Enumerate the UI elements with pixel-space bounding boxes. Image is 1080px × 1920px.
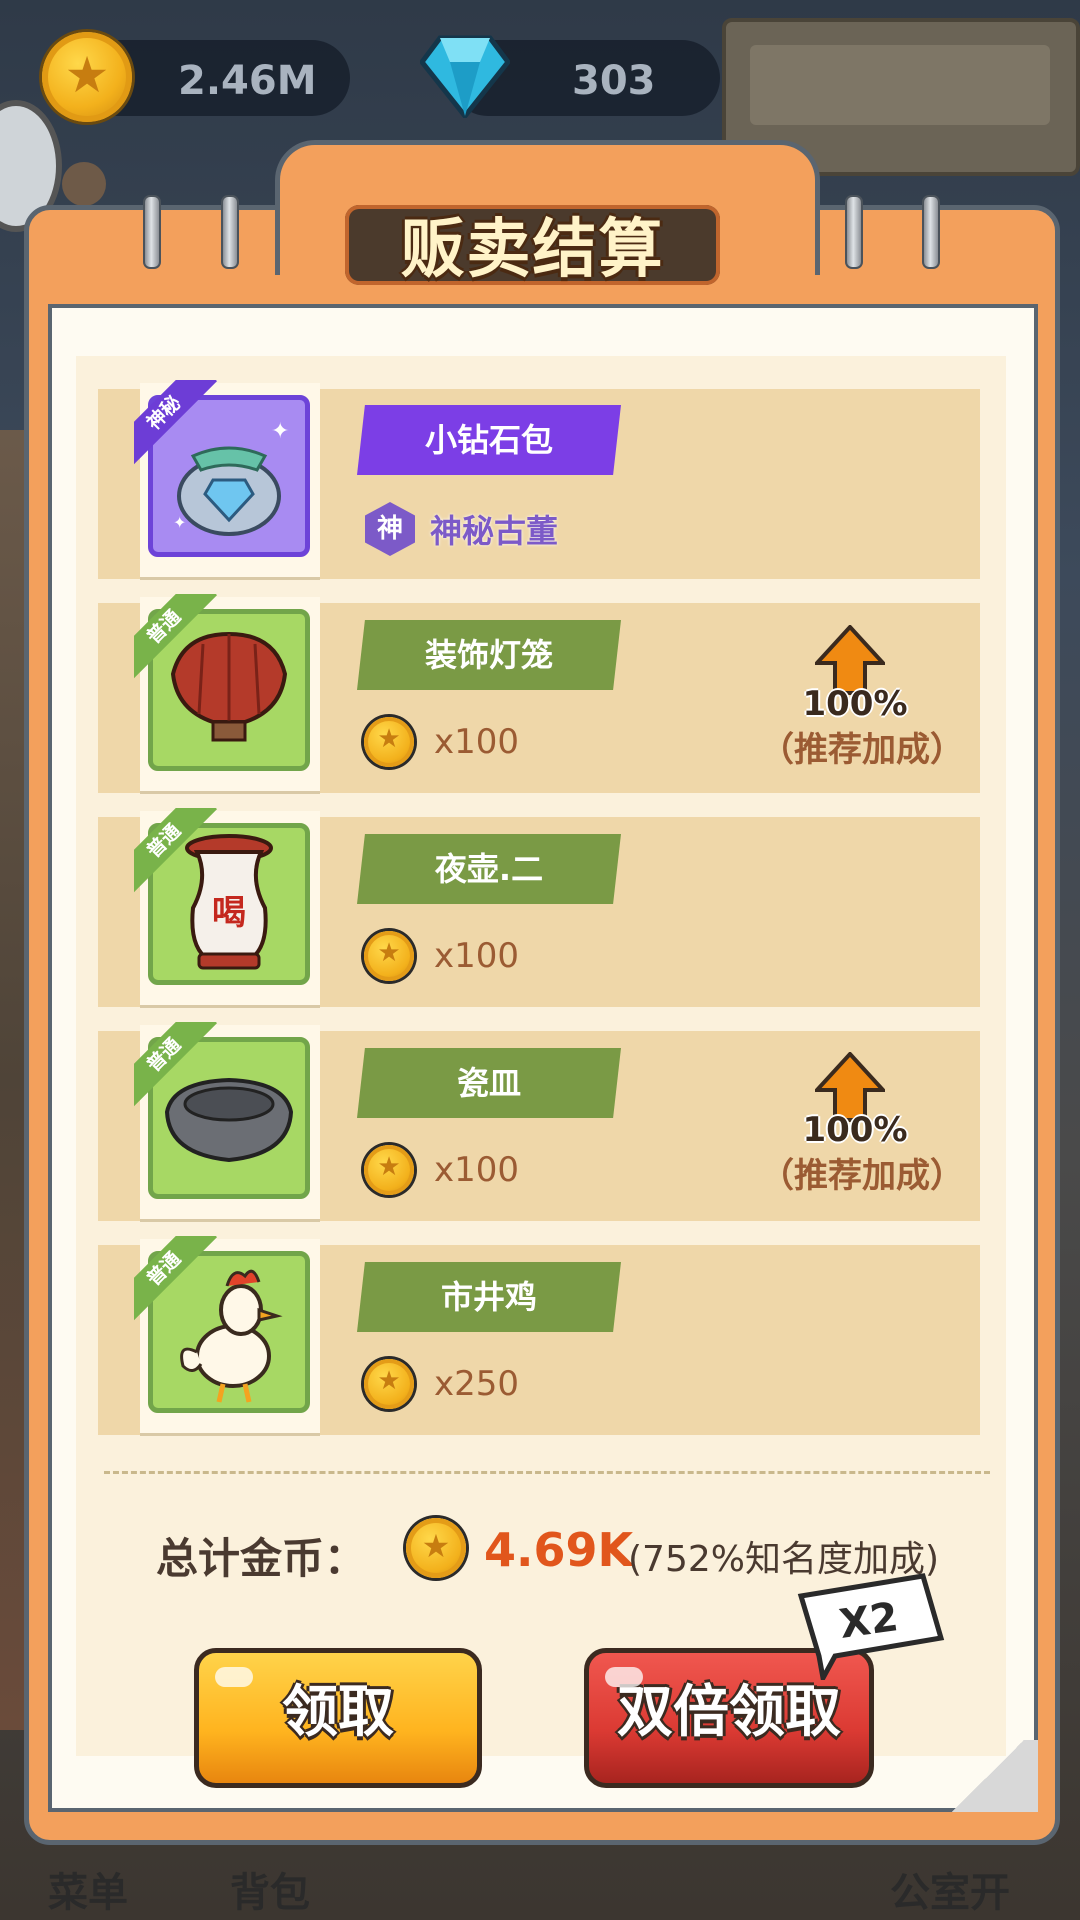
- coin-icon: [364, 1145, 414, 1195]
- binder-ring: [845, 195, 863, 269]
- total-value: 4.69K: [484, 1523, 634, 1577]
- vase-glyph: 喝: [212, 893, 246, 933]
- item-name: 瓷皿: [357, 1048, 621, 1118]
- rarity-ribbon: 普通: [134, 1236, 220, 1322]
- total-label: 总计金币：: [156, 1534, 367, 1583]
- svg-text:✦: ✦: [173, 513, 186, 532]
- item-price: x100: [434, 722, 520, 762]
- bottom-nav-office: 公室开: [890, 1870, 1010, 1916]
- binder-ring: [922, 195, 940, 269]
- dashed-divider: [104, 1471, 990, 1474]
- gem-amount: 303: [572, 58, 656, 104]
- coin-icon: [364, 931, 414, 981]
- claim-button-label: 领取: [282, 1680, 394, 1745]
- item-name: 装饰灯笼: [357, 620, 621, 690]
- bonus-percent: 100%: [802, 684, 908, 724]
- claim-button[interactable]: 领取: [194, 1648, 482, 1788]
- bottom-nav-bag: 背包: [230, 1870, 310, 1916]
- bonus-percent: 100%: [802, 1110, 908, 1150]
- avatar: [62, 162, 106, 206]
- rarity-ribbon: 神秘: [134, 380, 220, 466]
- button-gloss: [605, 1667, 643, 1687]
- background-signboard-inner: [750, 45, 1050, 125]
- svg-text:✦: ✦: [271, 419, 289, 444]
- coin-icon: [406, 1518, 466, 1578]
- x2-badge-text: X2: [837, 1594, 902, 1648]
- binder-ring: [221, 195, 239, 269]
- page-curl: [938, 1740, 1038, 1812]
- bonus-label: （推荐加成）: [760, 730, 964, 770]
- rarity-ribbon: 普通: [134, 1022, 220, 1108]
- double-claim-button-label: 双倍领取: [617, 1680, 841, 1745]
- gold-amount: 2.46M: [178, 58, 317, 104]
- coin-icon: [364, 717, 414, 767]
- button-gloss: [215, 1667, 253, 1687]
- panel-title: 贩卖结算: [400, 213, 665, 287]
- item-name: 夜壶.二: [357, 834, 621, 904]
- item-name: 市井鸡: [357, 1262, 621, 1332]
- item-price: x250: [434, 1364, 520, 1404]
- diamond-icon: [420, 35, 510, 118]
- binder-ring: [143, 195, 161, 269]
- rarity-ribbon: 普通: [134, 594, 220, 680]
- item-price: x100: [434, 1150, 520, 1190]
- gold-coin-icon: [42, 32, 132, 122]
- item-price: x100: [434, 936, 520, 976]
- bottom-nav-menu: 菜单: [48, 1870, 128, 1916]
- x2-badge-icon: X2: [797, 1573, 945, 1680]
- item-name: 小钻石包: [357, 405, 621, 475]
- item-type: 神秘古董: [430, 512, 559, 550]
- rarity-ribbon: 普通: [134, 808, 220, 894]
- bonus-label: （推荐加成）: [760, 1156, 964, 1196]
- coin-icon: [364, 1359, 414, 1409]
